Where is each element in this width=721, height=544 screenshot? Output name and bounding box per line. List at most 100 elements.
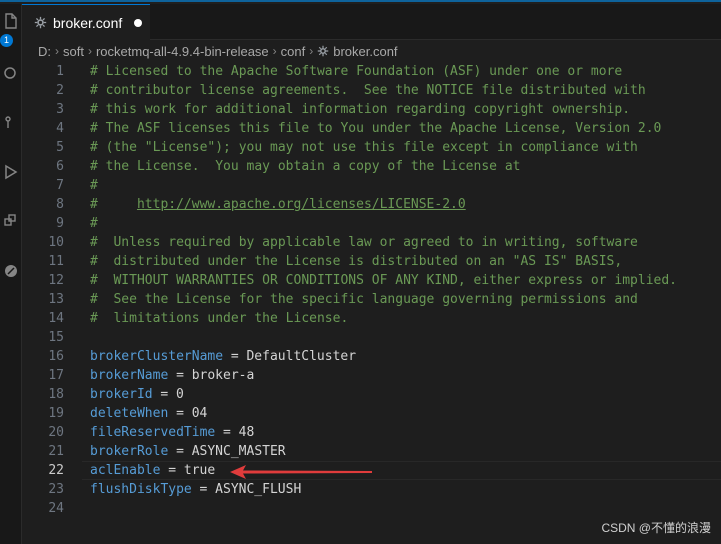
line-number: 9 xyxy=(56,216,64,231)
property-value: broker-a xyxy=(191,368,255,383)
line-code: # xyxy=(90,176,98,195)
line-number: 5 xyxy=(56,140,64,155)
comment-text: # distributed under the License is distr… xyxy=(90,254,623,269)
breadcrumb-item-soft[interactable]: soft xyxy=(63,44,84,59)
line-code: # (the "License"); you may not use this … xyxy=(90,138,638,157)
line-number: 15 xyxy=(48,330,64,345)
line-code: # distributed under the License is distr… xyxy=(90,252,622,271)
line-code: # the License. You may obtain a copy of … xyxy=(90,157,520,176)
line-code: brokerName = broker-a xyxy=(90,366,254,385)
breadcrumb-item-file[interactable]: broker.conf xyxy=(333,44,397,59)
comment-text: # this work for additional information r… xyxy=(90,102,631,117)
code-line[interactable]: 4 # The ASF licenses this file to You und… xyxy=(22,119,721,138)
line-code: # Licensed to the Apache Software Founda… xyxy=(90,62,622,81)
chevron-right-icon: › xyxy=(309,44,314,58)
property-value: 0 xyxy=(176,387,184,402)
property-key: brokerName xyxy=(90,368,169,383)
extensions-icon[interactable] xyxy=(0,210,22,232)
line-number: 21 xyxy=(48,444,64,459)
line-number: 23 xyxy=(48,482,64,497)
breadcrumb-item-release[interactable]: rocketmq-all-4.9.4-bin-release xyxy=(96,44,269,59)
comment-text: # xyxy=(90,178,98,193)
line-code: brokerId = 0 xyxy=(90,385,184,404)
code-line[interactable]: 17 brokerName = broker-a xyxy=(22,366,721,385)
line-number: 6 xyxy=(56,159,64,174)
tab-broker-conf[interactable]: broker.conf xyxy=(22,4,150,40)
code-line[interactable]: 13 # See the License for the specific lan… xyxy=(22,290,721,309)
equals-operator: = xyxy=(176,406,184,421)
code-line[interactable]: 6 # the License. You may obtain a copy of… xyxy=(22,157,721,176)
code-line[interactable]: 14 # limitations under the License. xyxy=(22,309,721,328)
chevron-right-icon: › xyxy=(272,44,277,58)
line-code: deleteWhen = 04 xyxy=(90,404,207,423)
line-number: 20 xyxy=(48,425,64,440)
comment-text: # See the License for the specific langu… xyxy=(90,292,638,307)
search-icon[interactable] xyxy=(0,62,22,84)
breadcrumb-item-conf[interactable]: conf xyxy=(281,44,306,59)
code-line[interactable]: 3 # this work for additional information … xyxy=(22,100,721,119)
code-line[interactable]: 24 xyxy=(22,499,721,518)
line-code: # See the License for the specific langu… xyxy=(90,290,638,309)
code-line[interactable]: 2 # contributor license agreements. See t… xyxy=(22,81,721,100)
equals-operator: = xyxy=(176,368,184,383)
property-key: brokerRole xyxy=(90,444,169,459)
property-key: brokerId xyxy=(90,387,153,402)
comment-text: # limitations under the License. xyxy=(90,311,349,326)
source-control-icon[interactable] xyxy=(0,112,22,134)
comment-text: # The ASF licenses this file to You unde… xyxy=(90,121,662,136)
equals-operator: = xyxy=(230,349,239,364)
annotation-arrow xyxy=(230,465,372,479)
comment-text: # Licensed to the Apache Software Founda… xyxy=(90,64,623,79)
equals-operator: = xyxy=(176,444,184,459)
code-line[interactable]: 1 # Licensed to the Apache Software Found… xyxy=(22,62,721,81)
line-number: 3 xyxy=(56,102,64,117)
unsaved-dot-icon[interactable] xyxy=(134,18,143,27)
comment-text: # Unless required by applicable law or a… xyxy=(90,235,638,250)
code-line[interactable]: 9 # xyxy=(22,214,721,233)
comment-text: # xyxy=(90,216,98,231)
code-line[interactable]: 12 # WITHOUT WARRANTIES OR CONDITIONS OF … xyxy=(22,271,721,290)
line-number: 4 xyxy=(56,121,64,136)
line-code: # WITHOUT WARRANTIES OR CONDITIONS OF AN… xyxy=(90,271,677,290)
remote-explorer-icon[interactable] xyxy=(0,260,22,282)
gear-icon xyxy=(317,45,329,57)
line-code: brokerClusterName = DefaultCluster xyxy=(90,347,356,366)
line-code: flushDiskType = ASYNC_FLUSH xyxy=(90,480,301,499)
property-key: deleteWhen xyxy=(90,406,169,421)
property-key: fileReservedTime xyxy=(90,425,216,440)
code-line[interactable]: 7 # xyxy=(22,176,721,195)
code-line[interactable]: 11 # distributed under the License is dis… xyxy=(22,252,721,271)
line-code: # Unless required by applicable law or a… xyxy=(90,233,638,252)
code-line[interactable]: 16 brokerClusterName = DefaultCluster xyxy=(22,347,721,366)
run-debug-icon[interactable] xyxy=(0,161,22,183)
comment-text: # WITHOUT WARRANTIES OR CONDITIONS OF AN… xyxy=(90,273,677,288)
code-line[interactable]: 8 # http://www.apache.org/licenses/LICENS… xyxy=(22,195,721,214)
line-number: 2 xyxy=(56,83,64,98)
line-number: 10 xyxy=(48,235,64,250)
code-line[interactable]: 10 # Unless required by applicable law or… xyxy=(22,233,721,252)
code-line[interactable]: 15 xyxy=(22,328,721,347)
line-code: brokerRole = ASYNC_MASTER xyxy=(90,442,286,461)
equals-operator: = xyxy=(199,482,208,497)
explorer-icon[interactable] xyxy=(0,10,22,32)
line-number: 11 xyxy=(48,254,64,269)
property-key: aclEnable xyxy=(90,463,161,478)
property-value: 48 xyxy=(238,425,255,440)
code-line[interactable]: 23 flushDiskType = ASYNC_FLUSH xyxy=(22,480,721,499)
code-line[interactable]: 18 brokerId = 0 xyxy=(22,385,721,404)
code-line[interactable]: 20 fileReservedTime = 48 xyxy=(22,423,721,442)
line-number: 19 xyxy=(48,406,64,421)
line-number: 14 xyxy=(48,311,64,326)
code-line[interactable]: 19 deleteWhen = 04 xyxy=(22,404,721,423)
license-link[interactable]: http://www.apache.org/licenses/LICENSE-2… xyxy=(137,197,466,212)
breadcrumb-item-drive[interactable]: D: xyxy=(38,44,51,59)
code-line[interactable]: 21 brokerRole = ASYNC_MASTER xyxy=(22,442,721,461)
line-code: fileReservedTime = 48 xyxy=(90,423,254,442)
comment-text: # xyxy=(90,197,137,212)
line-number: 17 xyxy=(48,368,64,383)
line-number: 13 xyxy=(48,292,64,307)
property-value: ASYNC_MASTER xyxy=(191,444,286,459)
line-number: 7 xyxy=(56,178,64,193)
line-number: 22 xyxy=(48,463,64,478)
code-line[interactable]: 5 # (the "License"); you may not use this… xyxy=(22,138,721,157)
